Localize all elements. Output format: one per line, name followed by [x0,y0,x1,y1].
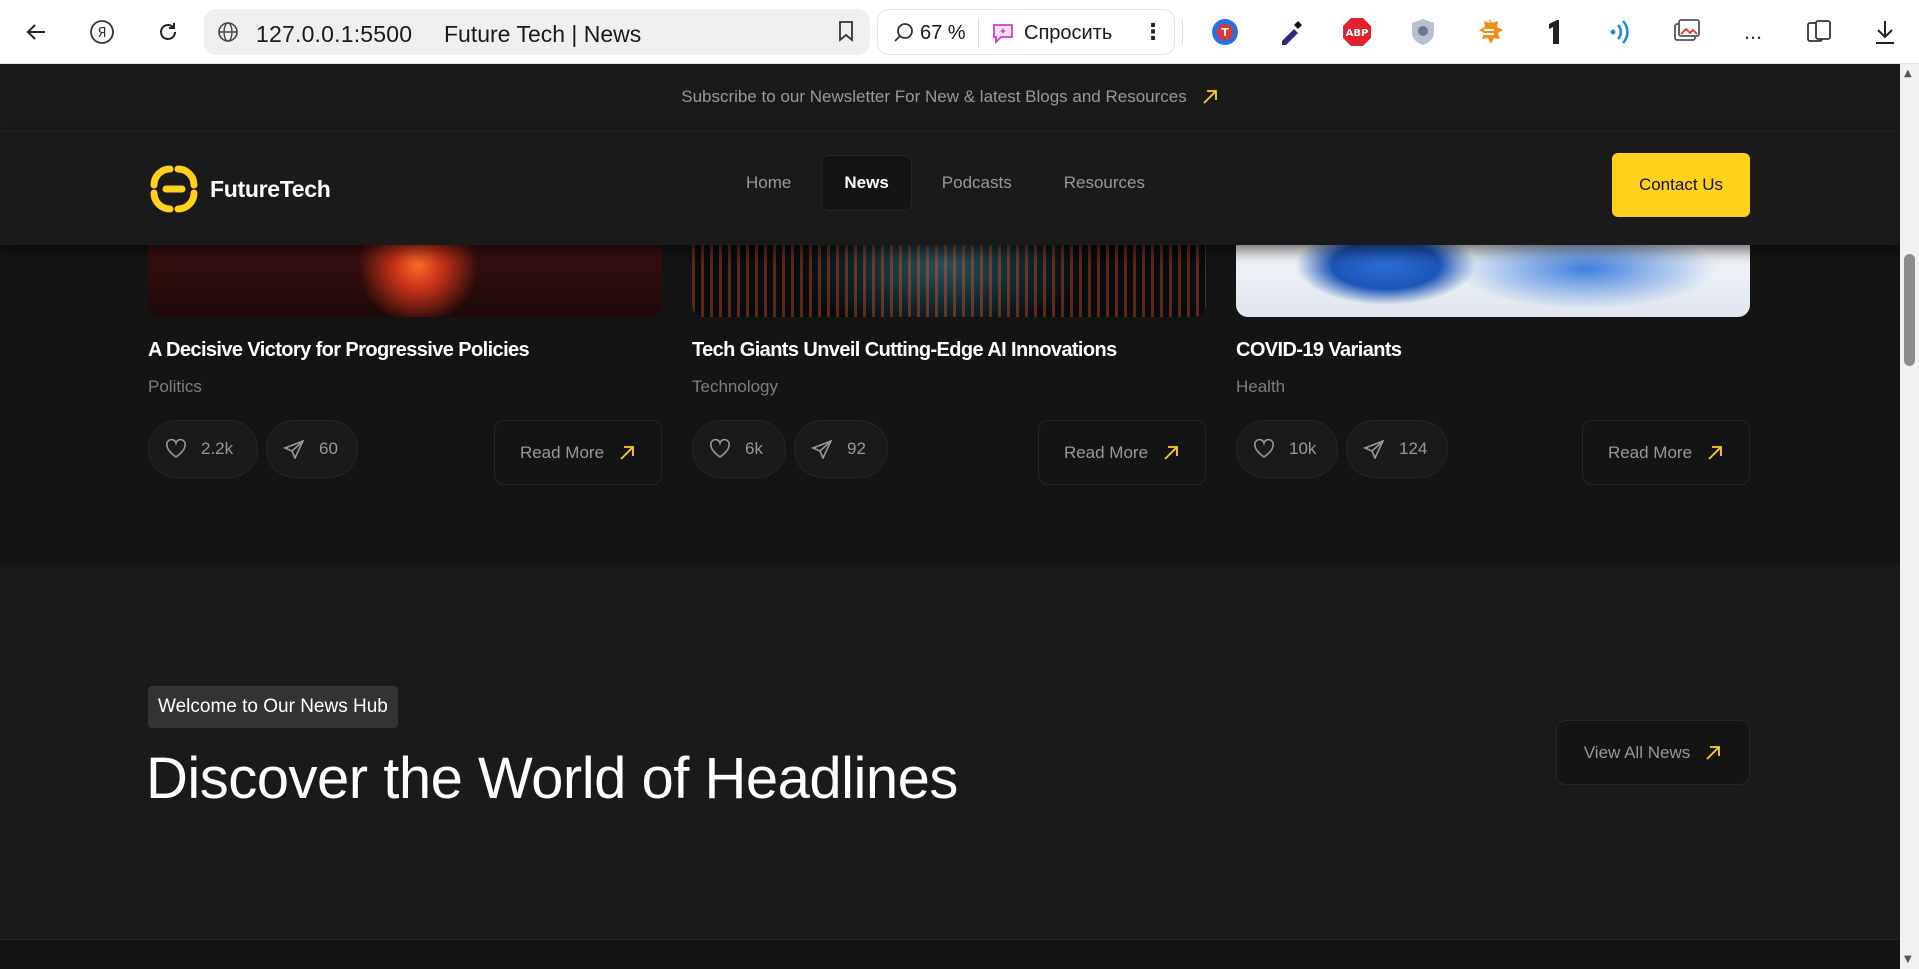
newsletter-text: Subscribe to our Newsletter For New & la… [681,87,1187,106]
read-more-label: Read More [1063,442,1149,462]
arrow-up-right-icon [1164,445,1178,460]
news-cards-section: A Decisive Victory for Progressive Polic… [0,245,1900,565]
share-button[interactable]: 124 [1346,420,1448,478]
bookmark-icon[interactable] [836,19,856,47]
svg-text:Я: Я [97,26,106,41]
likes-button[interactable]: 6k [692,420,786,478]
nav-home[interactable]: Home [724,155,813,211]
read-more-button[interactable]: Read More [1038,420,1206,485]
zoom-ask-pill: 67 % Спросить ⋮ [877,9,1175,55]
nav-resources[interactable]: Resources [1042,155,1167,211]
scroll-up-arrow-icon[interactable]: ▲ [1904,68,1912,79]
ask-button[interactable]: Спросить [1024,22,1112,45]
view-all-label: View All News [1583,742,1691,762]
newsletter-banner[interactable]: Subscribe to our Newsletter For New & la… [0,64,1900,131]
zoom-icon[interactable] [892,21,916,49]
sun-extension-icon[interactable] [1471,14,1507,50]
card-image-lava[interactable] [148,245,662,317]
futuretech-logo-icon [150,165,198,213]
likes-button[interactable]: 2.2k [148,420,258,478]
adblock-extension-icon[interactable]: ABP [1339,14,1375,50]
eyedropper-extension-icon[interactable] [1273,14,1309,50]
view-all-news-button[interactable]: View All News [1556,720,1750,785]
page-viewport: Subscribe to our Newsletter For New & la… [0,64,1900,969]
card-title[interactable]: A Decisive Victory for Progressive Polic… [148,339,530,362]
likes-count: 10k [1289,439,1317,458]
card-category: Politics [148,377,202,396]
nav-news[interactable]: News [821,155,912,211]
card-title[interactable]: Tech Giants Unveil Cutting-Edge AI Innov… [692,339,1117,362]
yandex-icon[interactable]: Я [84,14,120,50]
section-tag: Welcome to Our News Hub [148,686,398,728]
globe-icon [216,20,240,48]
arrow-up-right-icon [1203,90,1217,104]
shares-count: 60 [319,439,338,458]
heart-icon [710,439,730,458]
clipboard-icon[interactable] [1801,14,1837,50]
send-icon [1363,439,1385,459]
wireless-extension-icon[interactable] [1603,14,1639,50]
send-icon [811,439,833,459]
svg-text:ABP: ABP [1346,28,1369,39]
likes-count: 6k [745,439,763,458]
heart-icon [1254,439,1274,458]
share-button[interactable]: 92 [794,420,888,478]
arrow-up-right-icon [1706,745,1721,760]
card-category: Health [1236,377,1286,396]
zoom-level[interactable]: 67 % [920,22,966,45]
card-category: Technology [692,377,779,396]
divider [978,18,979,48]
svg-text:T: T [1221,26,1229,39]
send-icon [283,439,305,459]
arrow-up-right-icon [620,445,634,460]
headlines-section: Welcome to Our News Hub Discover the Wor… [0,565,1900,940]
site-logo[interactable]: FutureTech [148,163,331,215]
contact-us-button[interactable]: Contact Us [1612,153,1750,217]
card-image-lab[interactable] [1236,245,1750,317]
page-title-text: Future Tech | News [444,21,642,47]
read-more-label: Read More [1607,442,1693,462]
read-more-button[interactable]: Read More [494,420,662,485]
likes-button[interactable]: 10k [1236,420,1338,478]
site-navbar: FutureTech Home News Podcasts Resources … [0,131,1900,245]
more-vertical-icon[interactable]: ⋮ [1142,20,1164,45]
shares-count: 124 [1399,439,1428,458]
read-more-label: Read More [519,442,605,462]
more-extensions-button[interactable]: ... [1735,14,1771,50]
divider [1182,20,1183,44]
scroll-down-arrow-icon[interactable]: ▼ [1904,954,1912,965]
page-scrollbar[interactable]: ▲ ▼ [1900,64,1919,969]
share-button[interactable]: 60 [266,420,358,478]
section-heading: Discover the World of Headlines [146,746,958,811]
brand-name: FutureTech [210,175,331,202]
url-text: 127.0.0.1:5500 [256,21,413,47]
address-bar[interactable]: 127.0.0.1:5500 Future Tech | News [204,9,870,55]
back-icon[interactable] [18,14,54,50]
card-title[interactable]: COVID-19 Variants [1236,339,1402,362]
read-more-button[interactable]: Read More [1582,420,1750,485]
card-image-ai[interactable] [692,245,1206,317]
translate-extension-icon[interactable]: T [1207,14,1243,50]
browser-toolbar: Я 127.0.0.1:5500 Future Tech | News 67 %… [0,0,1919,64]
shield-extension-icon[interactable] [1405,14,1441,50]
next-section [0,940,1900,969]
nav-podcasts[interactable]: Podcasts [920,155,1034,211]
arrow-up-right-icon [1708,445,1722,460]
reload-icon[interactable] [150,14,186,50]
download-icon[interactable] [1867,14,1903,50]
shares-count: 92 [847,439,866,458]
likes-count: 2.2k [201,439,234,458]
main-nav: Home News Podcasts Resources [724,155,1167,211]
heart-icon [166,439,186,458]
one-extension-icon[interactable] [1537,14,1573,50]
scroll-thumb[interactable] [1904,254,1915,366]
gallery-extension-icon[interactable] [1669,14,1705,50]
ask-assistant-icon[interactable] [990,20,1016,50]
